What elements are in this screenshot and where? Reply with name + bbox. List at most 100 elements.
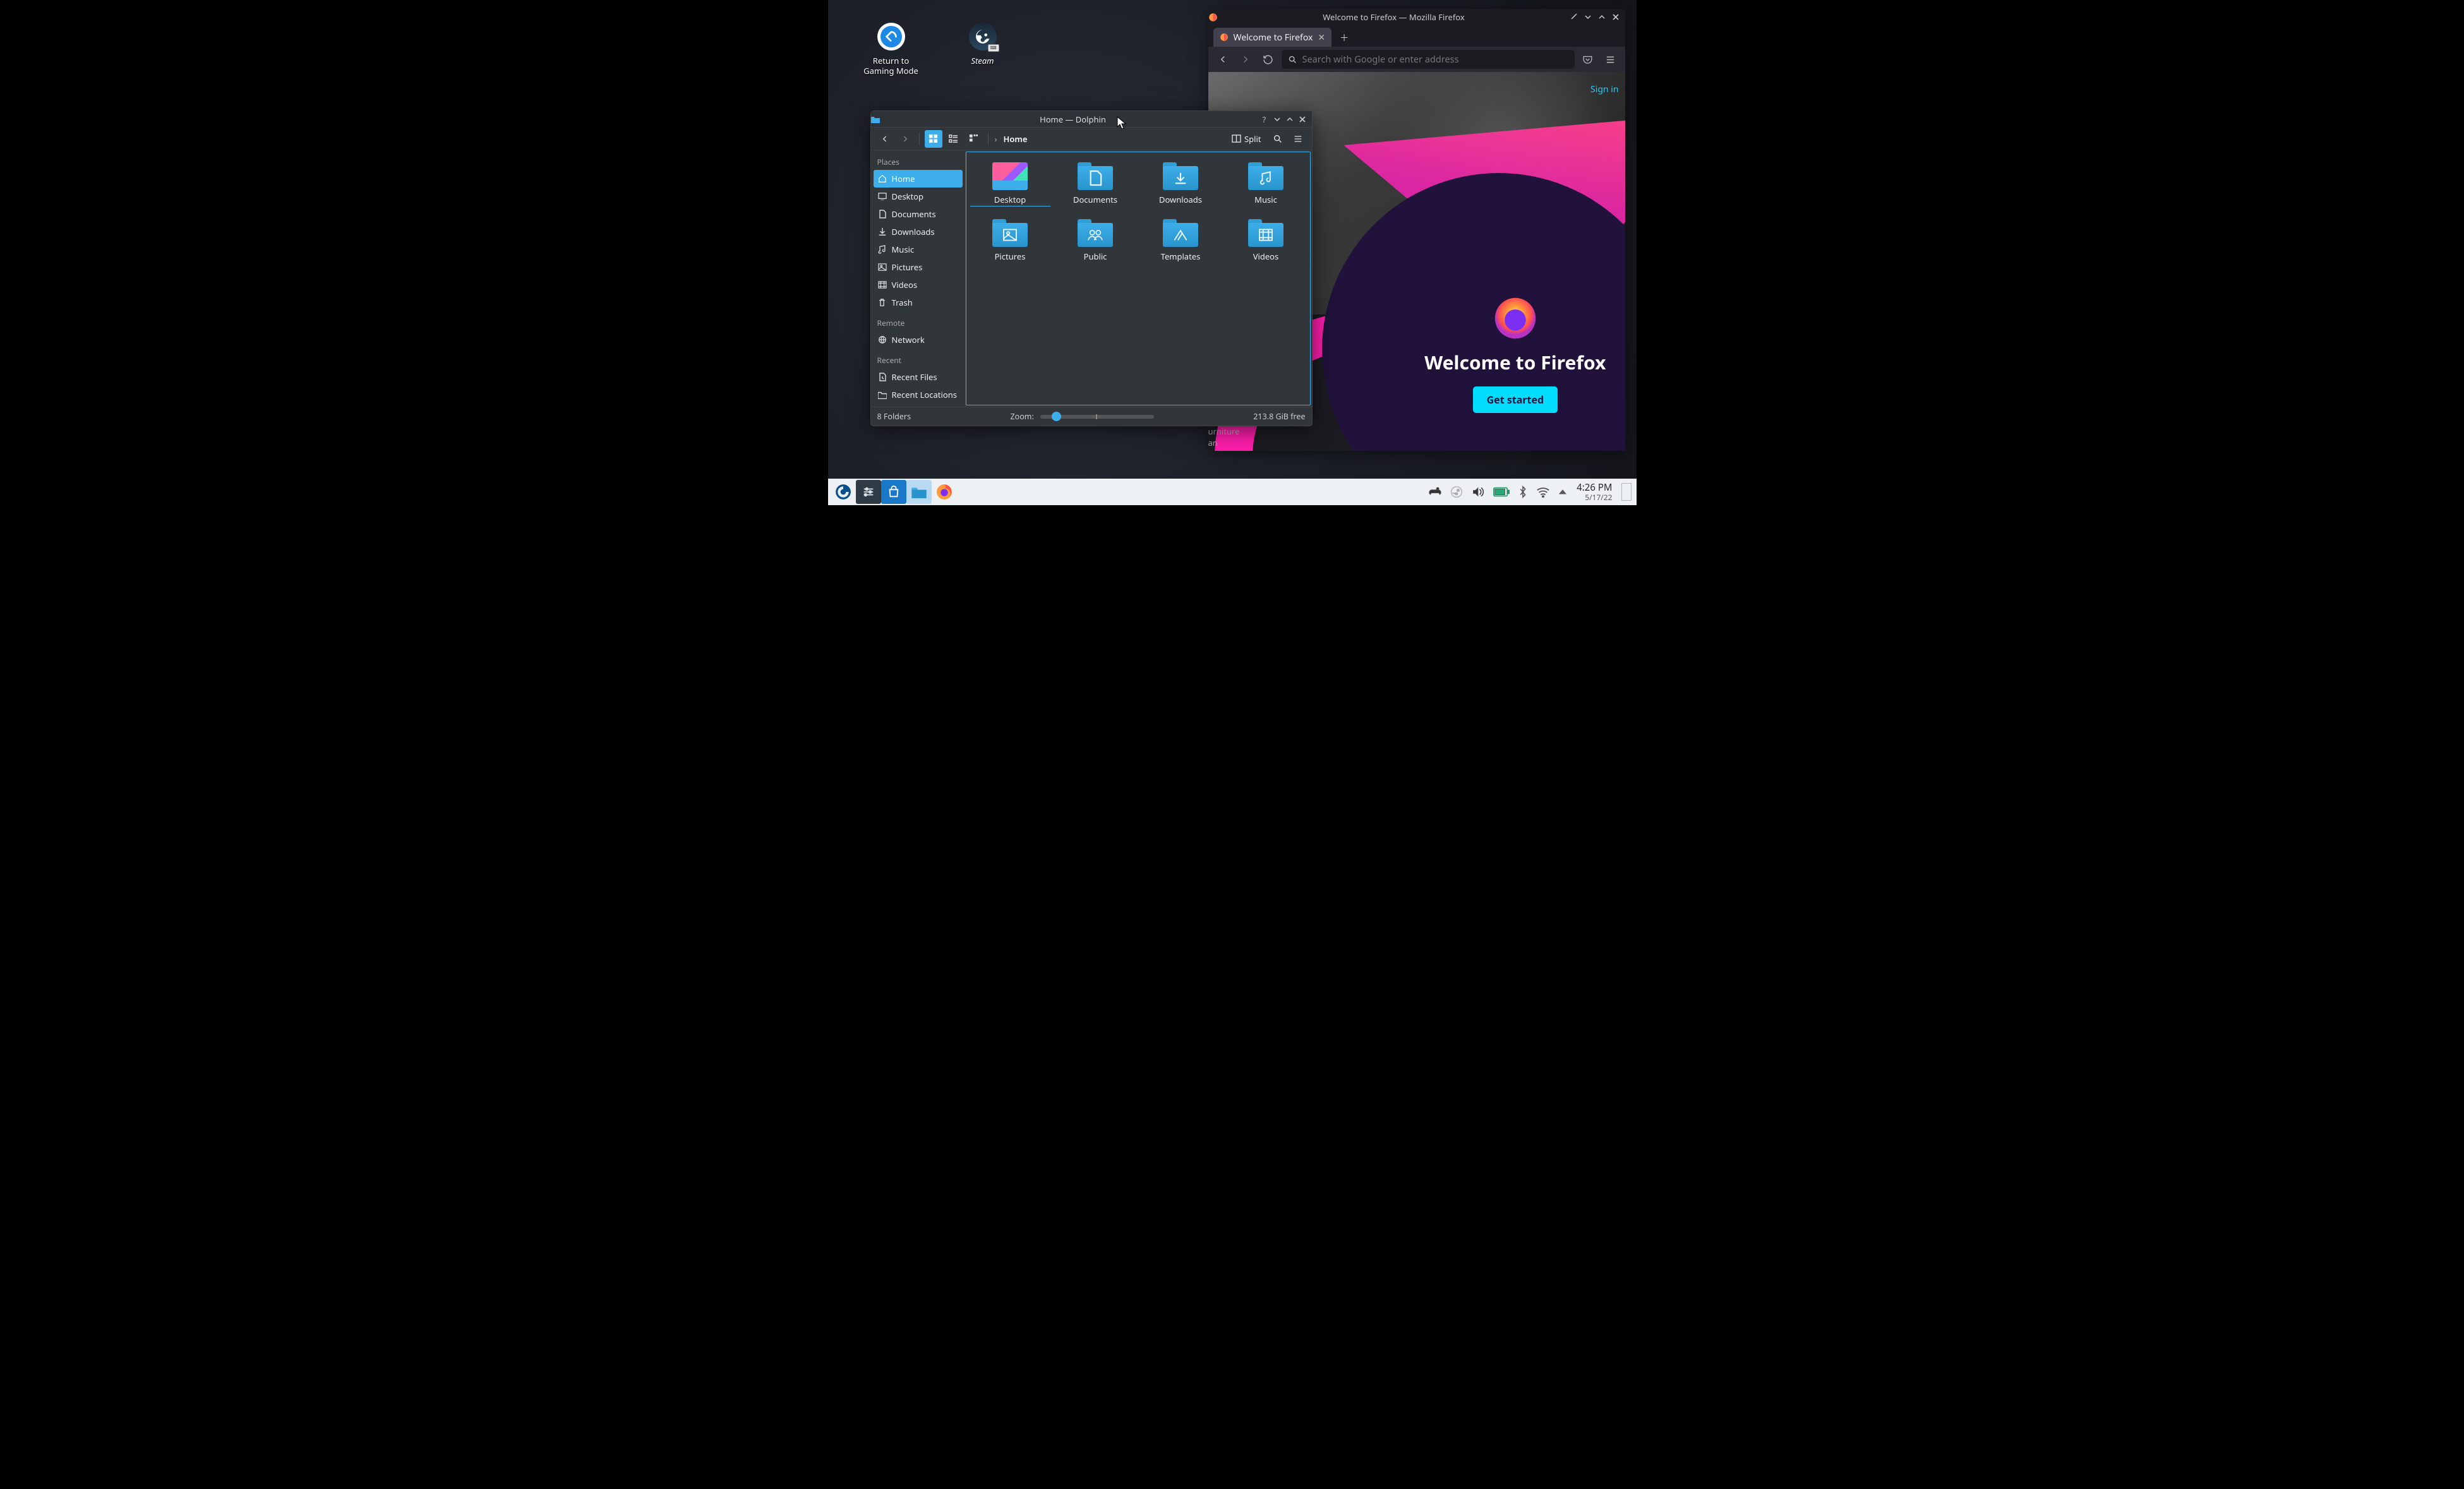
clock-date: 5/17/22: [1577, 493, 1612, 501]
maximize-up-button[interactable]: [1596, 11, 1608, 23]
pocket-button[interactable]: [1578, 50, 1597, 69]
folder-icon: [1078, 219, 1113, 247]
sign-in-link[interactable]: Sign in: [1584, 83, 1625, 95]
nav-back-button[interactable]: [876, 130, 894, 148]
close-button[interactable]: [1297, 114, 1308, 125]
network-icon: [877, 335, 887, 345]
folder-pictures[interactable]: Pictures: [969, 215, 1052, 266]
firefox-titlebar[interactable]: Welcome to Firefox — Mozilla Firefox: [1208, 9, 1625, 25]
recent-locations-icon: [877, 390, 887, 400]
tray-steam-icon[interactable]: [1450, 486, 1463, 498]
downloads-icon: [877, 227, 887, 237]
search-button[interactable]: [1269, 130, 1287, 148]
app-menu-button[interactable]: [1601, 50, 1620, 69]
taskbar-clock[interactable]: 4:26 PM 5/17/22: [1572, 482, 1617, 501]
tray-controller-icon[interactable]: [1429, 486, 1441, 498]
sidebar-item-documents[interactable]: Documents: [871, 205, 965, 223]
sidebar-item-trash[interactable]: Trash: [871, 294, 965, 311]
breadcrumb-separator-icon: ›: [994, 133, 999, 145]
new-tab-button[interactable]: ＋: [1335, 29, 1353, 47]
folder-label: Templates: [1141, 251, 1221, 262]
tray-wifi-icon[interactable]: [1536, 486, 1550, 498]
tray-bluetooth-icon[interactable]: [1518, 486, 1527, 498]
tray-expand-icon[interactable]: [1559, 488, 1566, 496]
folder-label: Public: [1055, 251, 1136, 262]
folder-downloads[interactable]: Downloads: [1139, 158, 1222, 210]
back-button[interactable]: [1213, 50, 1232, 69]
taskbar: 4:26 PM 5/17/22: [828, 479, 1637, 505]
hamburger-menu-button[interactable]: [1289, 130, 1307, 148]
dolphin-titlebar[interactable]: Home — Dolphin ?: [871, 111, 1312, 128]
dolphin-statusbar: 8 Folders Zoom: 213.8 GiB free: [871, 407, 1312, 426]
forward-button[interactable]: [1236, 50, 1255, 69]
dolphin-app-icon: [871, 116, 887, 123]
folder-templates[interactable]: Templates: [1139, 215, 1222, 266]
folder-public[interactable]: Public: [1054, 215, 1137, 266]
dolphin-file-view[interactable]: Desktop Documents Downloads Music Pictures Pu…: [966, 152, 1311, 405]
status-free-space: 213.8 GiB free: [1253, 411, 1305, 422]
desktop-screen: Return to Gaming Mode ⌨ Steam Welcome to…: [828, 0, 1637, 505]
maximize-down-button[interactable]: [1582, 11, 1594, 23]
show-desktop-button[interactable]: [1621, 483, 1632, 501]
sidebar-item-home[interactable]: Home: [874, 170, 963, 188]
view-compact-button[interactable]: [945, 130, 963, 148]
view-icons-button[interactable]: [925, 130, 942, 148]
browser-tab-welcome[interactable]: Welcome to Firefox ✕: [1213, 28, 1332, 47]
sidebar-item-recent-files[interactable]: Recent Files: [871, 368, 965, 386]
maximize-button[interactable]: [1284, 114, 1295, 125]
status-folder-count: 8 Folders: [877, 411, 911, 422]
sidebar-item-pictures[interactable]: Pictures: [871, 258, 965, 276]
breadcrumb-home[interactable]: Home: [1004, 133, 1028, 145]
firefox-tab-icon: [1220, 33, 1229, 42]
dolphin-window-title: Home — Dolphin: [887, 114, 1259, 125]
sidebar-item-downloads[interactable]: Downloads: [871, 223, 965, 241]
welcome-block: Welcome to Firefox Get started: [1424, 296, 1606, 413]
reload-button[interactable]: [1259, 50, 1278, 69]
sidebar-item-videos[interactable]: Videos: [871, 276, 965, 294]
sidebar-item-network[interactable]: Network: [871, 331, 965, 349]
firefox-tabbar: Welcome to Firefox ✕ ＋: [1208, 25, 1625, 47]
folder-label: Downloads: [1141, 194, 1221, 205]
folder-videos[interactable]: Videos: [1225, 215, 1307, 266]
dolphin-sidebar: Places Home Desktop Documents Downloads …: [871, 150, 966, 407]
system-tray: [1424, 486, 1572, 498]
folder-label: Pictures: [970, 251, 1050, 262]
url-input[interactable]: [1302, 53, 1568, 66]
url-bar[interactable]: [1282, 50, 1575, 69]
nav-forward-button[interactable]: [896, 130, 914, 148]
desktop-icon-steam[interactable]: ⌨ Steam: [951, 21, 1014, 76]
split-view-button[interactable]: Split: [1227, 131, 1266, 147]
get-started-button[interactable]: Get started: [1473, 386, 1558, 413]
taskbar-dolphin[interactable]: [906, 480, 932, 504]
help-button[interactable]: ?: [1259, 114, 1270, 125]
folder-label: Desktop: [970, 194, 1050, 206]
pictures-icon: [877, 262, 887, 272]
sidebar-item-desktop[interactable]: Desktop: [871, 188, 965, 205]
sidebar-item-music[interactable]: Music: [871, 241, 965, 258]
folder-music[interactable]: Music: [1225, 158, 1307, 210]
desktop-icon-return-gaming-mode[interactable]: Return to Gaming Mode: [860, 21, 923, 76]
minimize-button[interactable]: [1271, 114, 1283, 125]
close-button[interactable]: [1610, 11, 1621, 23]
system-settings-button[interactable]: [856, 480, 881, 504]
minimize-button[interactable]: [1568, 11, 1580, 23]
tab-close-button[interactable]: ✕: [1318, 32, 1325, 44]
steam-icon: ⌨: [968, 21, 998, 52]
desktop-icons-area: Return to Gaming Mode ⌨ Steam: [860, 21, 1014, 76]
tray-battery-icon[interactable]: [1493, 487, 1510, 497]
desktop-icon: [877, 191, 887, 201]
discover-store-button[interactable]: [881, 480, 906, 504]
tray-volume-icon[interactable]: [1472, 486, 1484, 498]
folder-label: Documents: [1055, 194, 1136, 205]
folder-icon: [1163, 219, 1198, 247]
taskbar-firefox[interactable]: [932, 480, 957, 504]
zoom-label: Zoom:: [1011, 411, 1034, 422]
search-icon: [1288, 55, 1297, 64]
folder-documents[interactable]: Documents: [1054, 158, 1137, 210]
home-icon: [877, 174, 887, 184]
sidebar-item-recent-locations[interactable]: Recent Locations: [871, 386, 965, 404]
zoom-slider[interactable]: [1040, 415, 1154, 419]
app-launcher-button[interactable]: [831, 480, 856, 504]
view-details-button[interactable]: [965, 130, 983, 148]
folder-desktop[interactable]: Desktop: [969, 158, 1052, 210]
